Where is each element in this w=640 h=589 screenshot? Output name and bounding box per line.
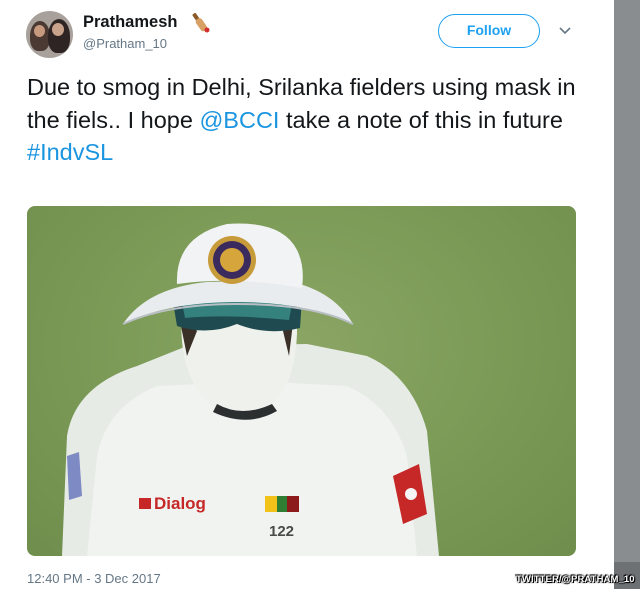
tweet-timestamp[interactable]: 12:40 PM - 3 Dec 2017	[27, 571, 161, 586]
fielder-illustration: Dialog 122	[62, 223, 439, 556]
tweet-card: Prathamesh @Pratham_10 Follow Due to smo…	[0, 0, 635, 589]
user-name[interactable]: Prathamesh	[83, 13, 177, 32]
chevron-down-icon[interactable]	[558, 26, 572, 36]
image-credit: TWITTER/@PRATHAM_10	[516, 574, 635, 585]
tweet-photo[interactable]: Dialog 122	[27, 206, 576, 556]
tweet-text: Due to smog in Delhi, Srilanka fielders …	[27, 71, 597, 169]
shirt-number: 122	[269, 523, 294, 540]
cricket-bat-icon	[192, 12, 210, 33]
follow-button[interactable]: Follow	[438, 14, 540, 48]
sponsor-text: Dialog	[154, 494, 206, 513]
mention-link[interactable]: @BCCI	[199, 107, 279, 133]
user-handle[interactable]: @Pratham_10	[83, 36, 167, 51]
avatar[interactable]	[26, 11, 73, 58]
tweet-text-part2: take a note of this in future	[279, 106, 563, 133]
right-edge-strip	[614, 0, 640, 589]
hashtag-link[interactable]: #IndvSL	[27, 139, 113, 165]
